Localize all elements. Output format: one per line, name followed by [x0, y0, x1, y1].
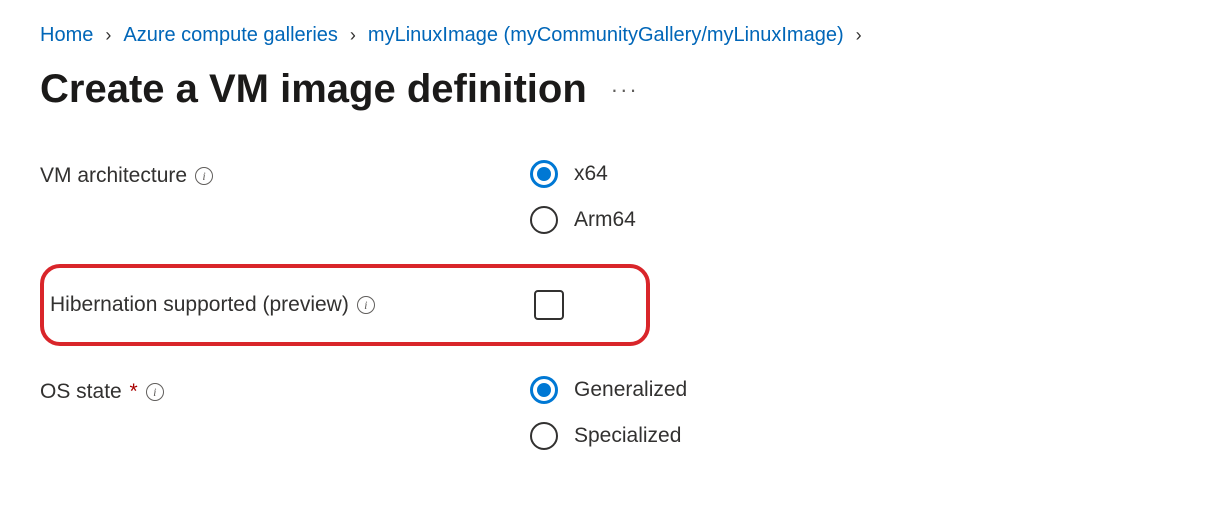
radio-label-specialized: Specialized [574, 424, 681, 448]
label-text: OS state [40, 380, 122, 403]
form-section: VM architecture i x64 Arm64 Hibernation … [40, 160, 1176, 450]
breadcrumb-current[interactable]: myLinuxImage (myCommunityGallery/myLinux… [368, 24, 844, 47]
breadcrumb-galleries[interactable]: Azure compute galleries [123, 24, 338, 47]
radio-generalized[interactable]: Generalized [530, 376, 687, 404]
required-asterisk: * [130, 380, 138, 403]
more-actions-button[interactable]: ··· [611, 77, 639, 103]
breadcrumb: Home › Azure compute galleries › myLinux… [40, 24, 1176, 47]
radio-label-generalized: Generalized [574, 378, 687, 402]
radio-button[interactable] [530, 206, 558, 234]
vm-architecture-controls: x64 Arm64 [530, 160, 636, 234]
hibernation-label: Hibernation supported (preview) i [50, 293, 534, 317]
chevron-right-icon: › [350, 25, 356, 46]
radio-dot [537, 383, 551, 397]
radio-button-selected[interactable] [530, 376, 558, 404]
vm-architecture-row: VM architecture i x64 Arm64 [40, 160, 1176, 234]
hibernation-checkbox[interactable] [534, 290, 564, 320]
info-icon[interactable]: i [146, 383, 164, 401]
radio-x64[interactable]: x64 [530, 160, 636, 188]
hibernation-highlight: Hibernation supported (preview) i [40, 264, 650, 346]
radio-arm64[interactable]: Arm64 [530, 206, 636, 234]
radio-button-selected[interactable] [530, 160, 558, 188]
info-icon[interactable]: i [357, 296, 375, 314]
chevron-right-icon: › [105, 25, 111, 46]
vm-architecture-label: VM architecture i [40, 160, 530, 188]
page-title-row: Create a VM image definition ··· [40, 67, 1176, 112]
os-state-controls: Generalized Specialized [530, 376, 687, 450]
breadcrumb-home[interactable]: Home [40, 24, 93, 47]
radio-button[interactable] [530, 422, 558, 450]
hibernation-row: Hibernation supported (preview) i [50, 290, 640, 320]
radio-specialized[interactable]: Specialized [530, 422, 687, 450]
label-text: Hibernation supported (preview) [50, 293, 349, 317]
radio-label-arm64: Arm64 [574, 208, 636, 232]
os-state-row: OS state * i Generalized Specialized [40, 376, 1176, 450]
label-text: VM architecture [40, 164, 187, 188]
hibernation-controls [534, 290, 564, 320]
info-icon[interactable]: i [195, 167, 213, 185]
radio-label-x64: x64 [574, 162, 608, 186]
radio-dot [537, 167, 551, 181]
os-state-label: OS state * i [40, 376, 530, 404]
chevron-right-icon: › [856, 25, 862, 46]
page-title: Create a VM image definition [40, 67, 587, 112]
